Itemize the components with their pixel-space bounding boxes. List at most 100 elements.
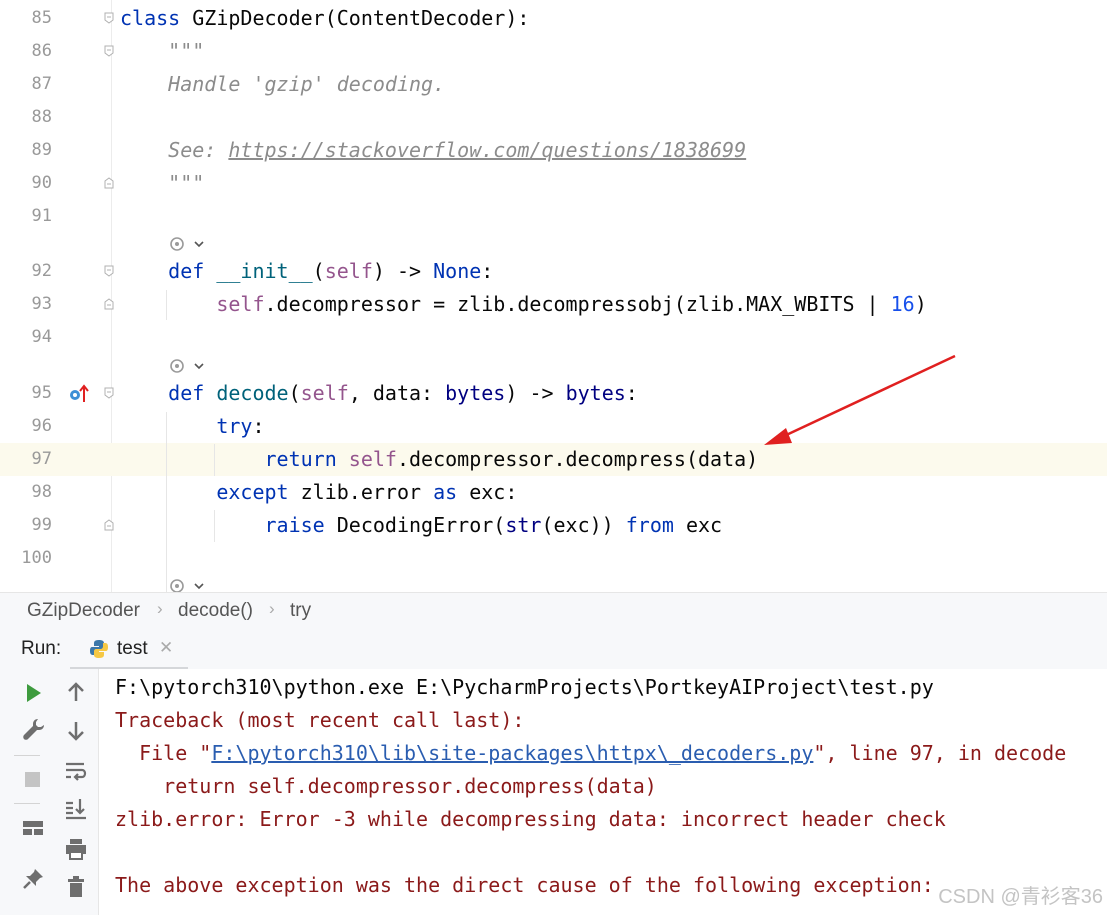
code-token: return bbox=[264, 447, 349, 471]
breadcrumb-item-method[interactable]: decode() bbox=[178, 600, 253, 622]
code-token: decode bbox=[216, 381, 289, 405]
code-token: ( bbox=[312, 259, 325, 283]
line-number[interactable]: 98 bbox=[0, 476, 52, 509]
run-icon[interactable] bbox=[19, 679, 47, 707]
fold-icon[interactable] bbox=[104, 519, 114, 531]
trash-icon[interactable] bbox=[62, 873, 90, 901]
code-editor[interactable]: 85 class GZipDecoder(ContentDecoder): 86 "… bbox=[0, 0, 1107, 592]
pin-icon[interactable] bbox=[19, 865, 47, 893]
code-text: self.decompressor = zlib.decompressobj(z… bbox=[120, 288, 927, 321]
code-link[interactable]: https://stackoverflow.com/questions/1838… bbox=[228, 138, 746, 162]
fold-icon[interactable] bbox=[104, 45, 114, 57]
code-token: __init__ bbox=[216, 259, 313, 283]
override-marker-icon[interactable] bbox=[67, 382, 91, 406]
breadcrumb-item-class[interactable]: GZipDecoder bbox=[27, 600, 140, 622]
line-number[interactable]: 85 bbox=[0, 2, 52, 35]
layout-icon[interactable] bbox=[19, 814, 47, 842]
console-text: File " bbox=[115, 741, 212, 765]
run-toolbar-right bbox=[52, 669, 99, 915]
code-token: GZipDecoder(ContentDecoder): bbox=[192, 6, 530, 30]
code-line[interactable]: 91 bbox=[0, 200, 1107, 233]
code-line[interactable]: 90 """ bbox=[0, 167, 1107, 200]
console-line: The above exception was the direct cause… bbox=[115, 873, 934, 897]
file-link[interactable]: F:\pytorch310\lib\site-packages\httpx\_d… bbox=[211, 741, 813, 765]
code-line[interactable]: 94 bbox=[0, 321, 1107, 354]
fold-icon[interactable] bbox=[104, 298, 114, 310]
line-number[interactable]: 100 bbox=[0, 542, 52, 575]
code-text: Handle 'gzip' decoding. bbox=[120, 68, 445, 101]
line-number[interactable]: 88 bbox=[0, 101, 52, 134]
console-line: Traceback (most recent call last): bbox=[115, 708, 525, 732]
line-number[interactable]: 93 bbox=[0, 288, 52, 321]
code-line[interactable]: 89 See: https://stackoverflow.com/questi… bbox=[0, 134, 1107, 167]
down-arrow-icon[interactable] bbox=[62, 717, 90, 745]
breadcrumb-item-block[interactable]: try bbox=[290, 600, 311, 622]
console-line: F:\pytorch310\python.exe E:\PycharmProje… bbox=[115, 675, 934, 699]
up-arrow-icon[interactable] bbox=[62, 679, 90, 707]
line-number[interactable]: 92 bbox=[0, 255, 52, 288]
code-token: raise bbox=[264, 513, 337, 537]
indent-guide bbox=[214, 510, 215, 542]
code-token: DecodingError( bbox=[336, 513, 506, 537]
print-icon[interactable] bbox=[62, 835, 90, 863]
inlay-hint-icon[interactable] bbox=[168, 233, 208, 255]
code-text: def __init__(self) -> None: bbox=[120, 255, 493, 288]
fold-icon[interactable] bbox=[104, 177, 114, 189]
code-text: return self.decompressor.decompress(data… bbox=[120, 443, 759, 476]
run-label: Run: bbox=[21, 638, 62, 659]
code-token: None bbox=[433, 259, 482, 283]
wrench-icon[interactable] bbox=[19, 715, 47, 743]
fold-icon[interactable] bbox=[104, 265, 114, 277]
inlay-hint-icon[interactable] bbox=[168, 355, 208, 377]
run-toolbar-left bbox=[0, 669, 53, 915]
code-token: class bbox=[120, 6, 193, 30]
code-line[interactable]: 95 def decode(self, data: bytes) -> byte… bbox=[0, 377, 1107, 410]
run-tab-test[interactable]: test ✕ bbox=[70, 629, 188, 670]
line-number[interactable]: 97 bbox=[0, 443, 52, 476]
soft-wrap-icon[interactable] bbox=[62, 757, 90, 785]
breadcrumb: GZipDecoder › decode() › try bbox=[0, 592, 1107, 630]
line-number[interactable]: 86 bbox=[0, 35, 52, 68]
code-line[interactable]: 88 bbox=[0, 101, 1107, 134]
code-token: See: bbox=[120, 138, 229, 162]
line-number[interactable]: 91 bbox=[0, 200, 52, 233]
line-number[interactable]: 94 bbox=[0, 321, 52, 354]
line-number[interactable]: 99 bbox=[0, 509, 52, 542]
toolbar-divider bbox=[14, 803, 40, 804]
fold-icon[interactable] bbox=[104, 387, 114, 399]
code-line[interactable]: 92 def __init__(self) -> None: bbox=[0, 255, 1107, 288]
chevron-right-icon: › bbox=[157, 599, 163, 618]
scroll-to-end-icon[interactable] bbox=[62, 795, 90, 823]
line-number[interactable]: 89 bbox=[0, 134, 52, 167]
code-token: bytes bbox=[565, 381, 626, 405]
line-number[interactable]: 95 bbox=[0, 377, 52, 410]
code-token: : bbox=[481, 259, 494, 283]
inlay-hint-icon[interactable] bbox=[168, 575, 208, 592]
chevron-right-icon: › bbox=[269, 599, 275, 618]
code-text: """ bbox=[120, 35, 204, 68]
code-token: ) bbox=[914, 292, 927, 316]
indent-guide bbox=[166, 412, 167, 592]
fold-icon[interactable] bbox=[104, 12, 114, 24]
line-number[interactable]: 96 bbox=[0, 410, 52, 443]
close-icon[interactable]: ✕ bbox=[159, 638, 173, 658]
code-token: from bbox=[625, 513, 686, 537]
toolbar-divider bbox=[14, 755, 40, 756]
code-token: zlib.error bbox=[300, 480, 434, 504]
code-line[interactable]: 85 class GZipDecoder(ContentDecoder): bbox=[0, 2, 1107, 35]
line-number[interactable]: 87 bbox=[0, 68, 52, 101]
stop-icon[interactable] bbox=[19, 765, 47, 793]
code-line[interactable]: 87 Handle 'gzip' decoding. bbox=[0, 68, 1107, 101]
line-number[interactable]: 90 bbox=[0, 167, 52, 200]
code-token: ) -> bbox=[372, 259, 434, 283]
code-text: """ bbox=[120, 167, 204, 200]
code-line[interactable]: 86 """ bbox=[0, 35, 1107, 68]
console-line: return self.decompressor.decompress(data… bbox=[115, 774, 657, 798]
code-token: self bbox=[300, 381, 349, 405]
code-token: Handle 'gzip' decoding. bbox=[120, 72, 446, 96]
code-token: 16 bbox=[890, 292, 915, 316]
watermark: CSDN @青衫客36 bbox=[938, 886, 1103, 908]
